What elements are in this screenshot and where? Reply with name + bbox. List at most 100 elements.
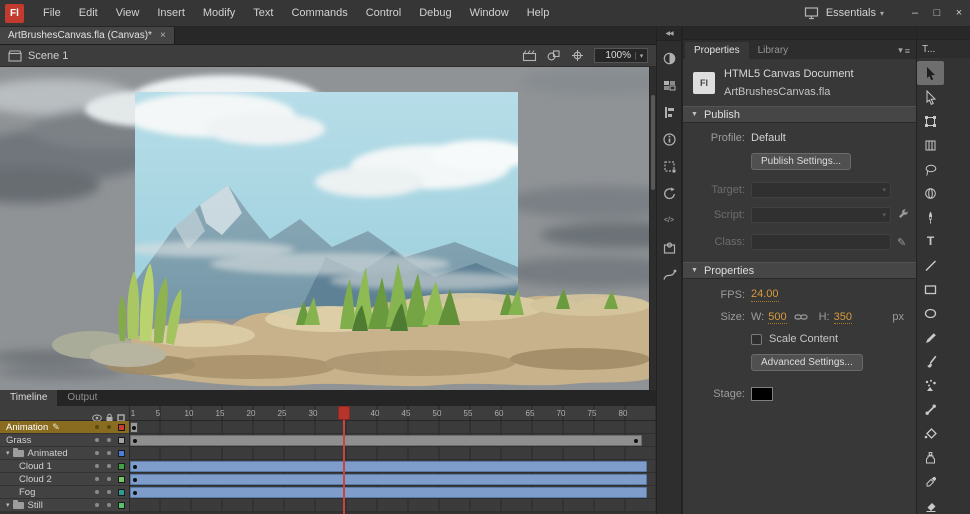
publish-settings-button[interactable]: Publish Settings... [751, 153, 852, 170]
playhead-handle[interactable] [338, 406, 350, 420]
close-button[interactable]: × [948, 1, 970, 26]
scene-breadcrumb[interactable]: Scene 1 [8, 50, 68, 62]
advanced-settings-button[interactable]: Advanced Settings... [751, 354, 863, 372]
menu-text[interactable]: Text [244, 0, 282, 26]
layer-name-cell[interactable]: Animation ✎ [0, 421, 130, 434]
workspace-caret-icon[interactable]: ▾ [880, 9, 884, 18]
layer-color-chip[interactable] [118, 463, 125, 470]
tween-span[interactable] [130, 461, 647, 472]
free-transform-tool[interactable] [917, 109, 944, 133]
menu-window[interactable]: Window [461, 0, 518, 26]
lock-dot[interactable] [107, 477, 111, 481]
tab-close-icon[interactable]: × [160, 30, 166, 41]
workspace-name[interactable]: Essentials [826, 7, 876, 19]
tab-library[interactable]: Library [749, 42, 798, 59]
lock-dot[interactable] [107, 503, 111, 507]
frames-track[interactable] [130, 499, 656, 512]
workspace-switcher-icon[interactable] [804, 6, 819, 20]
transform-panel-icon[interactable] [661, 158, 677, 174]
visibility-dot[interactable] [95, 451, 99, 455]
menu-file[interactable]: File [34, 0, 70, 26]
center-frame-icon[interactable] [570, 49, 585, 62]
lasso-tool[interactable] [917, 157, 944, 181]
layer-row-fog[interactable]: Fog [0, 486, 656, 499]
brush-tool[interactable] [917, 349, 944, 373]
bone-tool[interactable] [917, 397, 944, 421]
lock-dot[interactable] [107, 425, 111, 429]
layer-color-chip[interactable] [118, 489, 125, 496]
code-snippets-panel-icon[interactable]: </> [661, 212, 677, 228]
tween-span[interactable] [130, 474, 647, 485]
properties-section-header[interactable]: ▼ Properties [683, 262, 916, 279]
selection-tool[interactable] [917, 61, 944, 85]
layer-row-grass[interactable]: Grass [0, 434, 656, 447]
layer-color-chip[interactable] [118, 450, 125, 457]
menu-edit[interactable]: Edit [70, 0, 107, 26]
width-value[interactable]: 500 [768, 311, 787, 325]
ink-bottle-tool[interactable] [917, 445, 944, 469]
rectangle-tool[interactable] [917, 277, 944, 301]
frames-track[interactable] [130, 447, 656, 460]
timeline-ruler[interactable]: 1 5 10 15 20 25 30 35 40 45 50 55 60 65 … [130, 406, 656, 421]
layer-name-cell[interactable]: Fog [0, 486, 130, 499]
visibility-dot[interactable] [95, 477, 99, 481]
visibility-dot[interactable] [95, 425, 99, 429]
layer-color-chip[interactable] [118, 476, 125, 483]
subselection-tool[interactable] [917, 85, 944, 109]
expand-dock-icon[interactable]: ◀◀ [657, 27, 681, 41]
panel-menu-icon[interactable]: ▾ ≡ [892, 45, 916, 59]
stage-color-swatch[interactable] [751, 387, 773, 402]
publish-section-header[interactable]: ▼ Publish [683, 106, 916, 123]
eraser-tool[interactable] [917, 493, 944, 514]
tab-properties[interactable]: Properties [685, 42, 749, 59]
menu-debug[interactable]: Debug [410, 0, 460, 26]
stage-canvas[interactable] [0, 67, 656, 390]
line-tool[interactable] [917, 253, 944, 277]
eyedropper-tool[interactable] [917, 469, 944, 493]
frames-track[interactable] [130, 434, 656, 447]
history-panel-icon[interactable] [661, 185, 677, 201]
menu-help[interactable]: Help [518, 0, 559, 26]
layer-row-cloud1[interactable]: Cloud 1 [0, 460, 656, 473]
lock-dot[interactable] [107, 490, 111, 494]
folder-expander-icon[interactable]: ▾ [6, 501, 10, 509]
align-panel-icon[interactable] [661, 104, 677, 120]
frames-track[interactable] [130, 460, 656, 473]
menu-control[interactable]: Control [357, 0, 410, 26]
info-panel-icon[interactable] [661, 131, 677, 147]
layer-name-cell[interactable]: ▾ Animated [0, 447, 130, 460]
layer-name-cell[interactable]: ▾ Still [0, 499, 130, 512]
swatches-panel-icon[interactable] [661, 77, 677, 93]
layer-row-still-folder[interactable]: ▾ Still [0, 499, 656, 512]
frames-track[interactable] [130, 421, 656, 434]
menu-modify[interactable]: Modify [194, 0, 244, 26]
pencil-tool[interactable] [917, 325, 944, 349]
components-panel-icon[interactable] [661, 239, 677, 255]
layer-row-animation[interactable]: Animation ✎ [0, 421, 656, 434]
layer-color-chip[interactable] [118, 424, 125, 431]
tab-timeline[interactable]: Timeline [0, 390, 58, 406]
edit-scene-icon[interactable] [522, 49, 537, 62]
playhead-line[interactable] [343, 406, 345, 514]
tween-span[interactable] [130, 487, 647, 498]
height-value[interactable]: 350 [833, 311, 852, 325]
minimize-button[interactable]: – [904, 1, 926, 26]
lock-dot[interactable] [107, 451, 111, 455]
menu-commands[interactable]: Commands [282, 0, 356, 26]
frame-span[interactable] [130, 435, 642, 446]
3d-rotation-tool[interactable] [917, 181, 944, 205]
color-panel-icon[interactable] [661, 50, 677, 66]
gradient-transform-tool[interactable] [917, 133, 944, 157]
zoom-level-select[interactable]: 100% ▾ [594, 48, 648, 63]
lock-dot[interactable] [107, 464, 111, 468]
frames-track[interactable] [130, 486, 656, 499]
tab-output[interactable]: Output [57, 390, 107, 406]
motion-presets-panel-icon[interactable] [661, 266, 677, 282]
fps-value[interactable]: 24.00 [751, 288, 779, 302]
visibility-dot[interactable] [95, 503, 99, 507]
visibility-dot[interactable] [95, 490, 99, 494]
layer-color-chip[interactable] [118, 437, 125, 444]
layer-color-chip[interactable] [118, 502, 125, 509]
oval-tool[interactable] [917, 301, 944, 325]
layer-name-cell[interactable]: Cloud 1 [0, 460, 130, 473]
